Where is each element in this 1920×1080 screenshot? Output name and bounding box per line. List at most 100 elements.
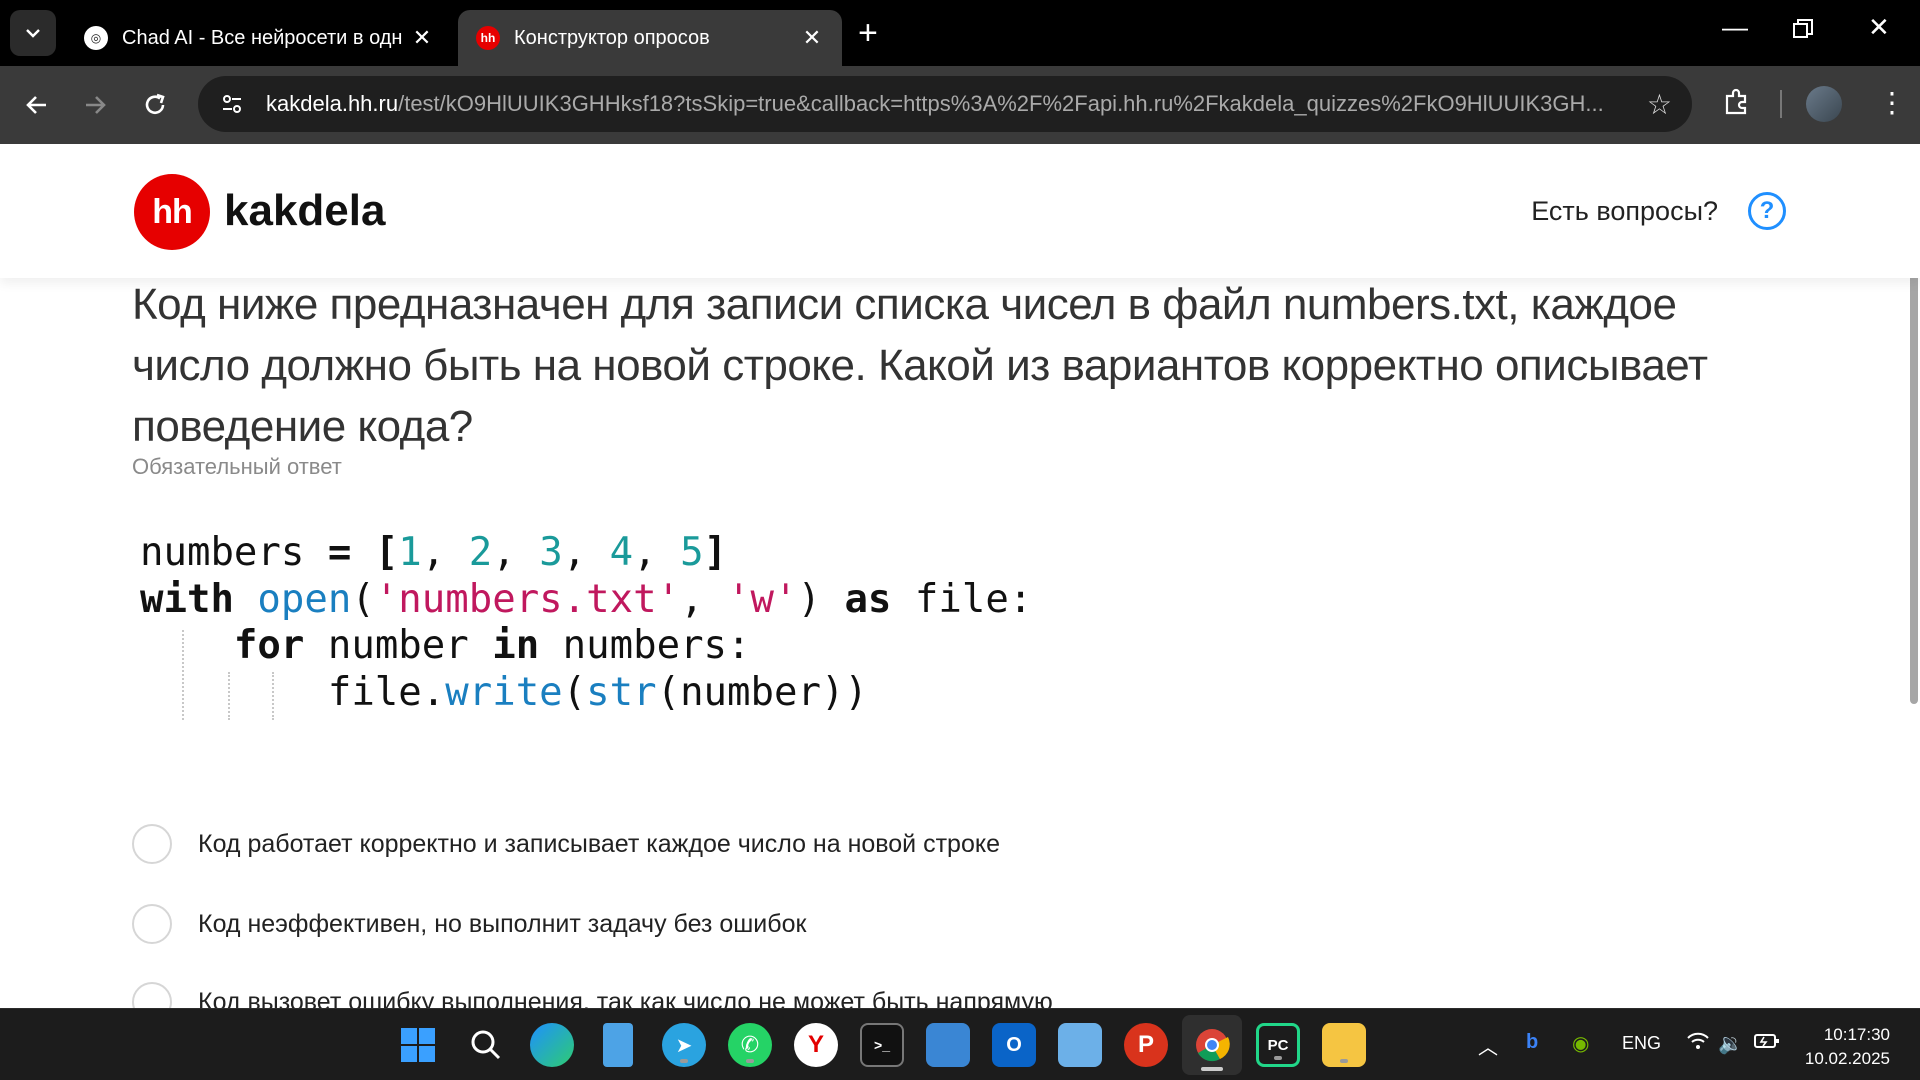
logo-text[interactable]: kakdela bbox=[224, 186, 385, 236]
restore-icon[interactable] bbox=[1792, 16, 1814, 47]
code-token: , bbox=[421, 530, 469, 575]
whatsapp-icon[interactable]: ✆ bbox=[728, 1023, 772, 1067]
code-line-3: for number in numbers: bbox=[140, 623, 1032, 670]
search-icon[interactable] bbox=[464, 1023, 508, 1067]
code-string: 'w' bbox=[727, 576, 798, 622]
code-keyword: in bbox=[492, 623, 540, 668]
url-domain: kakdela.hh.ru bbox=[266, 91, 399, 116]
language-indicator[interactable]: ENG bbox=[1622, 1033, 1661, 1054]
clock-time: 10:17:30 bbox=[1823, 1025, 1890, 1044]
address-bar[interactable]: kakdela.hh.ru/test/kO9HlUUIK3GHHksf18?ts… bbox=[198, 76, 1692, 132]
hh-logo-icon[interactable]: hh bbox=[134, 174, 210, 250]
page-content: hh kakdela Есть вопросы? ? Код ниже пред… bbox=[0, 144, 1920, 1008]
code-string: 'numbers.txt' bbox=[374, 576, 681, 622]
answer-label: Код неэффективен, но выполнит задачу без… bbox=[198, 909, 807, 938]
show-hidden-icons-icon[interactable]: ︿ bbox=[1478, 1031, 1498, 1060]
toolbar-divider bbox=[1780, 90, 1782, 118]
close-tab-icon[interactable]: ✕ bbox=[410, 25, 434, 51]
more-menu-icon[interactable]: ⋮ bbox=[1878, 86, 1906, 119]
code-keyword: with bbox=[140, 576, 234, 622]
clock-date: 10.02.2025 bbox=[1804, 1049, 1890, 1068]
code-number: 3 bbox=[539, 530, 563, 575]
code-token: numbers: bbox=[539, 623, 751, 668]
close-tab-icon[interactable]: ✕ bbox=[800, 25, 824, 51]
help-question-icon[interactable]: ? bbox=[1748, 192, 1786, 230]
code-function: open bbox=[257, 576, 352, 622]
new-tab-button[interactable]: + bbox=[858, 14, 878, 52]
pycharm-icon[interactable]: PC bbox=[1256, 1023, 1300, 1067]
terminal-icon[interactable]: >_ bbox=[860, 1023, 904, 1067]
radio-button[interactable] bbox=[132, 824, 172, 864]
code-token: numbers bbox=[140, 530, 305, 575]
chrome-icon[interactable] bbox=[1182, 1015, 1242, 1075]
browser-tab-bar: ◎ Chad AI - Все нейросети в одн ✕ hh Кон… bbox=[0, 0, 1920, 66]
battery-icon[interactable] bbox=[1754, 1031, 1780, 1057]
bing-icon[interactable]: b bbox=[1526, 1031, 1538, 1054]
code-line-2: with open('numbers.txt', 'w') as file: bbox=[140, 576, 1033, 622]
indent-guide bbox=[272, 672, 274, 720]
scrollbar-thumb[interactable] bbox=[1910, 264, 1918, 704]
site-header: hh kakdela Есть вопросы? ? bbox=[0, 144, 1920, 278]
indent-guide bbox=[228, 672, 230, 720]
code-keyword: as bbox=[844, 576, 892, 622]
site-settings-icon[interactable] bbox=[216, 88, 248, 120]
nvidia-icon[interactable]: ◉ bbox=[1572, 1031, 1589, 1056]
minimize-icon[interactable]: — bbox=[1722, 12, 1748, 43]
indent-guide bbox=[182, 630, 184, 720]
code-token: , bbox=[492, 530, 540, 575]
url-path: /test/kO9HlUUIK3GHHksf18?tsSkip=true&cal… bbox=[398, 91, 1604, 116]
tab-search-button[interactable] bbox=[10, 10, 56, 56]
answer-option-2[interactable]: Код неэффективен, но выполнит задачу без… bbox=[132, 904, 806, 944]
volume-icon[interactable]: 🔉 bbox=[1718, 1031, 1743, 1056]
browser-toolbar: kakdela.hh.ru/test/kO9HlUUIK3GHHksf18?ts… bbox=[0, 66, 1920, 144]
yandex-browser-icon[interactable]: Y bbox=[794, 1023, 838, 1067]
windows-taskbar: ➤ ✆ Y >_ O P PC ︿ b ◉ ENG 🔉 10:17:30 10.… bbox=[0, 1008, 1920, 1080]
question-text: Код ниже предназначен для записи списка … bbox=[132, 280, 1708, 451]
radio-button[interactable] bbox=[132, 904, 172, 944]
code-token: file. bbox=[327, 669, 446, 715]
notepad-icon[interactable] bbox=[603, 1023, 633, 1067]
code-token: ] bbox=[703, 530, 728, 575]
code-token: , bbox=[562, 530, 610, 575]
close-window-icon[interactable]: ✕ bbox=[1868, 12, 1890, 43]
code-function: write bbox=[445, 669, 563, 715]
back-icon[interactable] bbox=[16, 84, 58, 126]
start-icon[interactable] bbox=[396, 1023, 440, 1067]
reload-icon[interactable] bbox=[134, 84, 176, 126]
tab-chad-ai[interactable]: ◎ Chad AI - Все нейросети в одн ✕ bbox=[66, 10, 452, 66]
forward-icon[interactable] bbox=[74, 84, 116, 126]
edge-icon[interactable] bbox=[530, 1023, 574, 1067]
help-link[interactable]: Есть вопросы? bbox=[1531, 196, 1718, 227]
hh-favicon-icon: hh bbox=[476, 26, 500, 50]
required-label: Обязательный ответ bbox=[132, 454, 342, 479]
answer-label: Код работает корректно и записывает кажд… bbox=[198, 829, 1000, 858]
code-token: number bbox=[304, 623, 493, 668]
code-line-1: numbers = [1, 2, 3, 4, 5] bbox=[140, 530, 1032, 577]
wifi-icon[interactable] bbox=[1686, 1031, 1710, 1057]
radio-button[interactable] bbox=[132, 982, 172, 1008]
code-function: str bbox=[586, 669, 657, 715]
profile-avatar[interactable] bbox=[1806, 86, 1842, 122]
code-token: , bbox=[633, 530, 681, 575]
bookmark-star-icon[interactable]: ☆ bbox=[1647, 88, 1672, 121]
tab-title: Chad AI - Все нейросети в одн bbox=[122, 26, 403, 49]
tab-survey-builder[interactable]: hh Конструктор опросов ✕ bbox=[458, 10, 842, 66]
telegram-icon[interactable]: ➤ bbox=[662, 1023, 706, 1067]
control-panel-icon[interactable] bbox=[1058, 1023, 1102, 1067]
outlook-icon[interactable]: O bbox=[992, 1023, 1036, 1067]
answer-option-1[interactable]: Код работает корректно и записывает кажд… bbox=[132, 824, 1000, 864]
code-number: 2 bbox=[468, 530, 493, 575]
code-number: 4 bbox=[609, 530, 634, 575]
code-token: (number)) bbox=[656, 669, 868, 715]
extensions-icon[interactable] bbox=[1722, 86, 1752, 123]
psiphon-icon[interactable]: P bbox=[1124, 1023, 1168, 1067]
chevron-down-icon bbox=[26, 29, 40, 38]
url-text[interactable]: kakdela.hh.ru/test/kO9HlUUIK3GHHksf18?ts… bbox=[266, 91, 1626, 117]
chad-ai-favicon-icon: ◎ bbox=[84, 26, 108, 50]
answer-option-3[interactable]: Код вызовет ошибку выполнения, так как ч… bbox=[132, 982, 1053, 1008]
file-explorer-icon[interactable] bbox=[1322, 1023, 1366, 1067]
photos-icon[interactable] bbox=[926, 1023, 970, 1067]
code-number: 1 bbox=[398, 530, 422, 575]
system-clock[interactable]: 10:17:30 10.02.2025 bbox=[1805, 1023, 1890, 1071]
tab-title: Конструктор опросов bbox=[514, 26, 710, 49]
